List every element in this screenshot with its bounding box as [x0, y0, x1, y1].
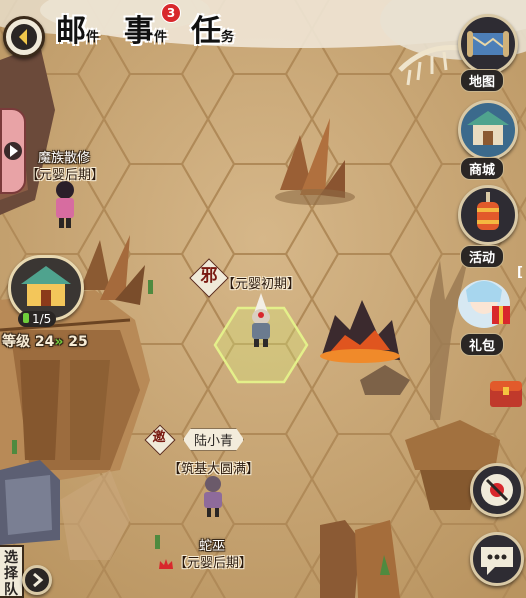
npc-demon-sprite[interactable]: [50, 178, 80, 230]
offscreen-bracket: [: [517, 265, 523, 280]
map-label[interactable]: 地图: [460, 69, 505, 92]
tab-mail-small: 件: [86, 30, 100, 45]
tab-tasks-small: 务: [221, 30, 235, 45]
treasure-chest-button[interactable]: [488, 375, 524, 409]
npc-lu-name[interactable]: 陆小青: [183, 428, 244, 451]
crown-icon: [158, 555, 174, 569]
chat-bubble-icon: [481, 547, 513, 575]
level-label: 等级: [2, 334, 30, 350]
shop-label[interactable]: 商城: [460, 157, 505, 180]
gift-label[interactable]: 礼包: [460, 333, 505, 356]
level-arrow-icon: »: [54, 334, 64, 350]
level-from: 24: [34, 334, 55, 350]
npc-lu-sprite[interactable]: [200, 474, 226, 518]
evil-mark: 邪: [200, 266, 218, 286]
select-team-button[interactable]: 选择 队: [0, 545, 24, 598]
sect-count: 1/5: [18, 311, 57, 327]
scroll-icon: [481, 474, 513, 506]
event-count-badge: 3: [161, 3, 181, 23]
crown-shape: [159, 559, 173, 569]
game-screen: 邮件 事件 3 任务 地图 商城 活动 [礼包 1/5 等级 24» 25 选…: [0, 0, 526, 598]
level-to: 25: [68, 334, 88, 350]
npc-snake-realm: 【元婴后期】: [174, 556, 253, 571]
pavilion-icon: [467, 111, 509, 145]
chevron-left-icon: [11, 24, 37, 50]
gift-character-icon: [458, 280, 510, 328]
expand-team-button[interactable]: [22, 565, 52, 595]
select-team-line1: 选择: [4, 550, 18, 582]
level-indicator: 等级 24» 25: [2, 331, 88, 351]
tab-mail-big: 邮: [56, 14, 86, 49]
play-icon: [4, 142, 22, 160]
shop-button[interactable]: [458, 100, 518, 160]
back-button[interactable]: [3, 16, 45, 58]
tab-events-small: 件: [154, 30, 168, 45]
player-sprite: [252, 293, 270, 347]
sect-count-value: 1/5: [32, 312, 52, 326]
gift-button[interactable]: [452, 270, 516, 332]
treasure-chest-icon: [490, 381, 522, 407]
scroll-map-icon: [467, 31, 509, 57]
map-button[interactable]: [458, 14, 518, 74]
chevron-right-icon: [33, 572, 44, 588]
tab-events-big: 事: [124, 14, 154, 49]
npc-demon-realm: 【元婴后期】: [26, 168, 105, 183]
activity-label[interactable]: 活动: [460, 245, 505, 268]
tab-tasks-big: 任: [191, 14, 221, 49]
player-character[interactable]: [246, 293, 276, 348]
npc-evil-realm[interactable]: 【元婴初期】: [222, 273, 300, 292]
invite-mark: 邀: [152, 430, 166, 445]
side-drawer-tab[interactable]: [0, 108, 26, 194]
tab-mail[interactable]: 邮件: [56, 6, 99, 50]
activity-button[interactable]: [458, 185, 518, 245]
lantern-icon: [477, 192, 499, 230]
tab-tasks[interactable]: 任务: [191, 6, 234, 50]
lu-figure: [204, 476, 222, 517]
leaf-icon: [23, 313, 29, 323]
select-team-line2: 队: [4, 582, 18, 598]
demon-figure: [56, 181, 74, 228]
scroll-button[interactable]: [470, 463, 524, 517]
sect-building-icon: [21, 266, 71, 306]
chat-button[interactable]: [470, 532, 524, 586]
